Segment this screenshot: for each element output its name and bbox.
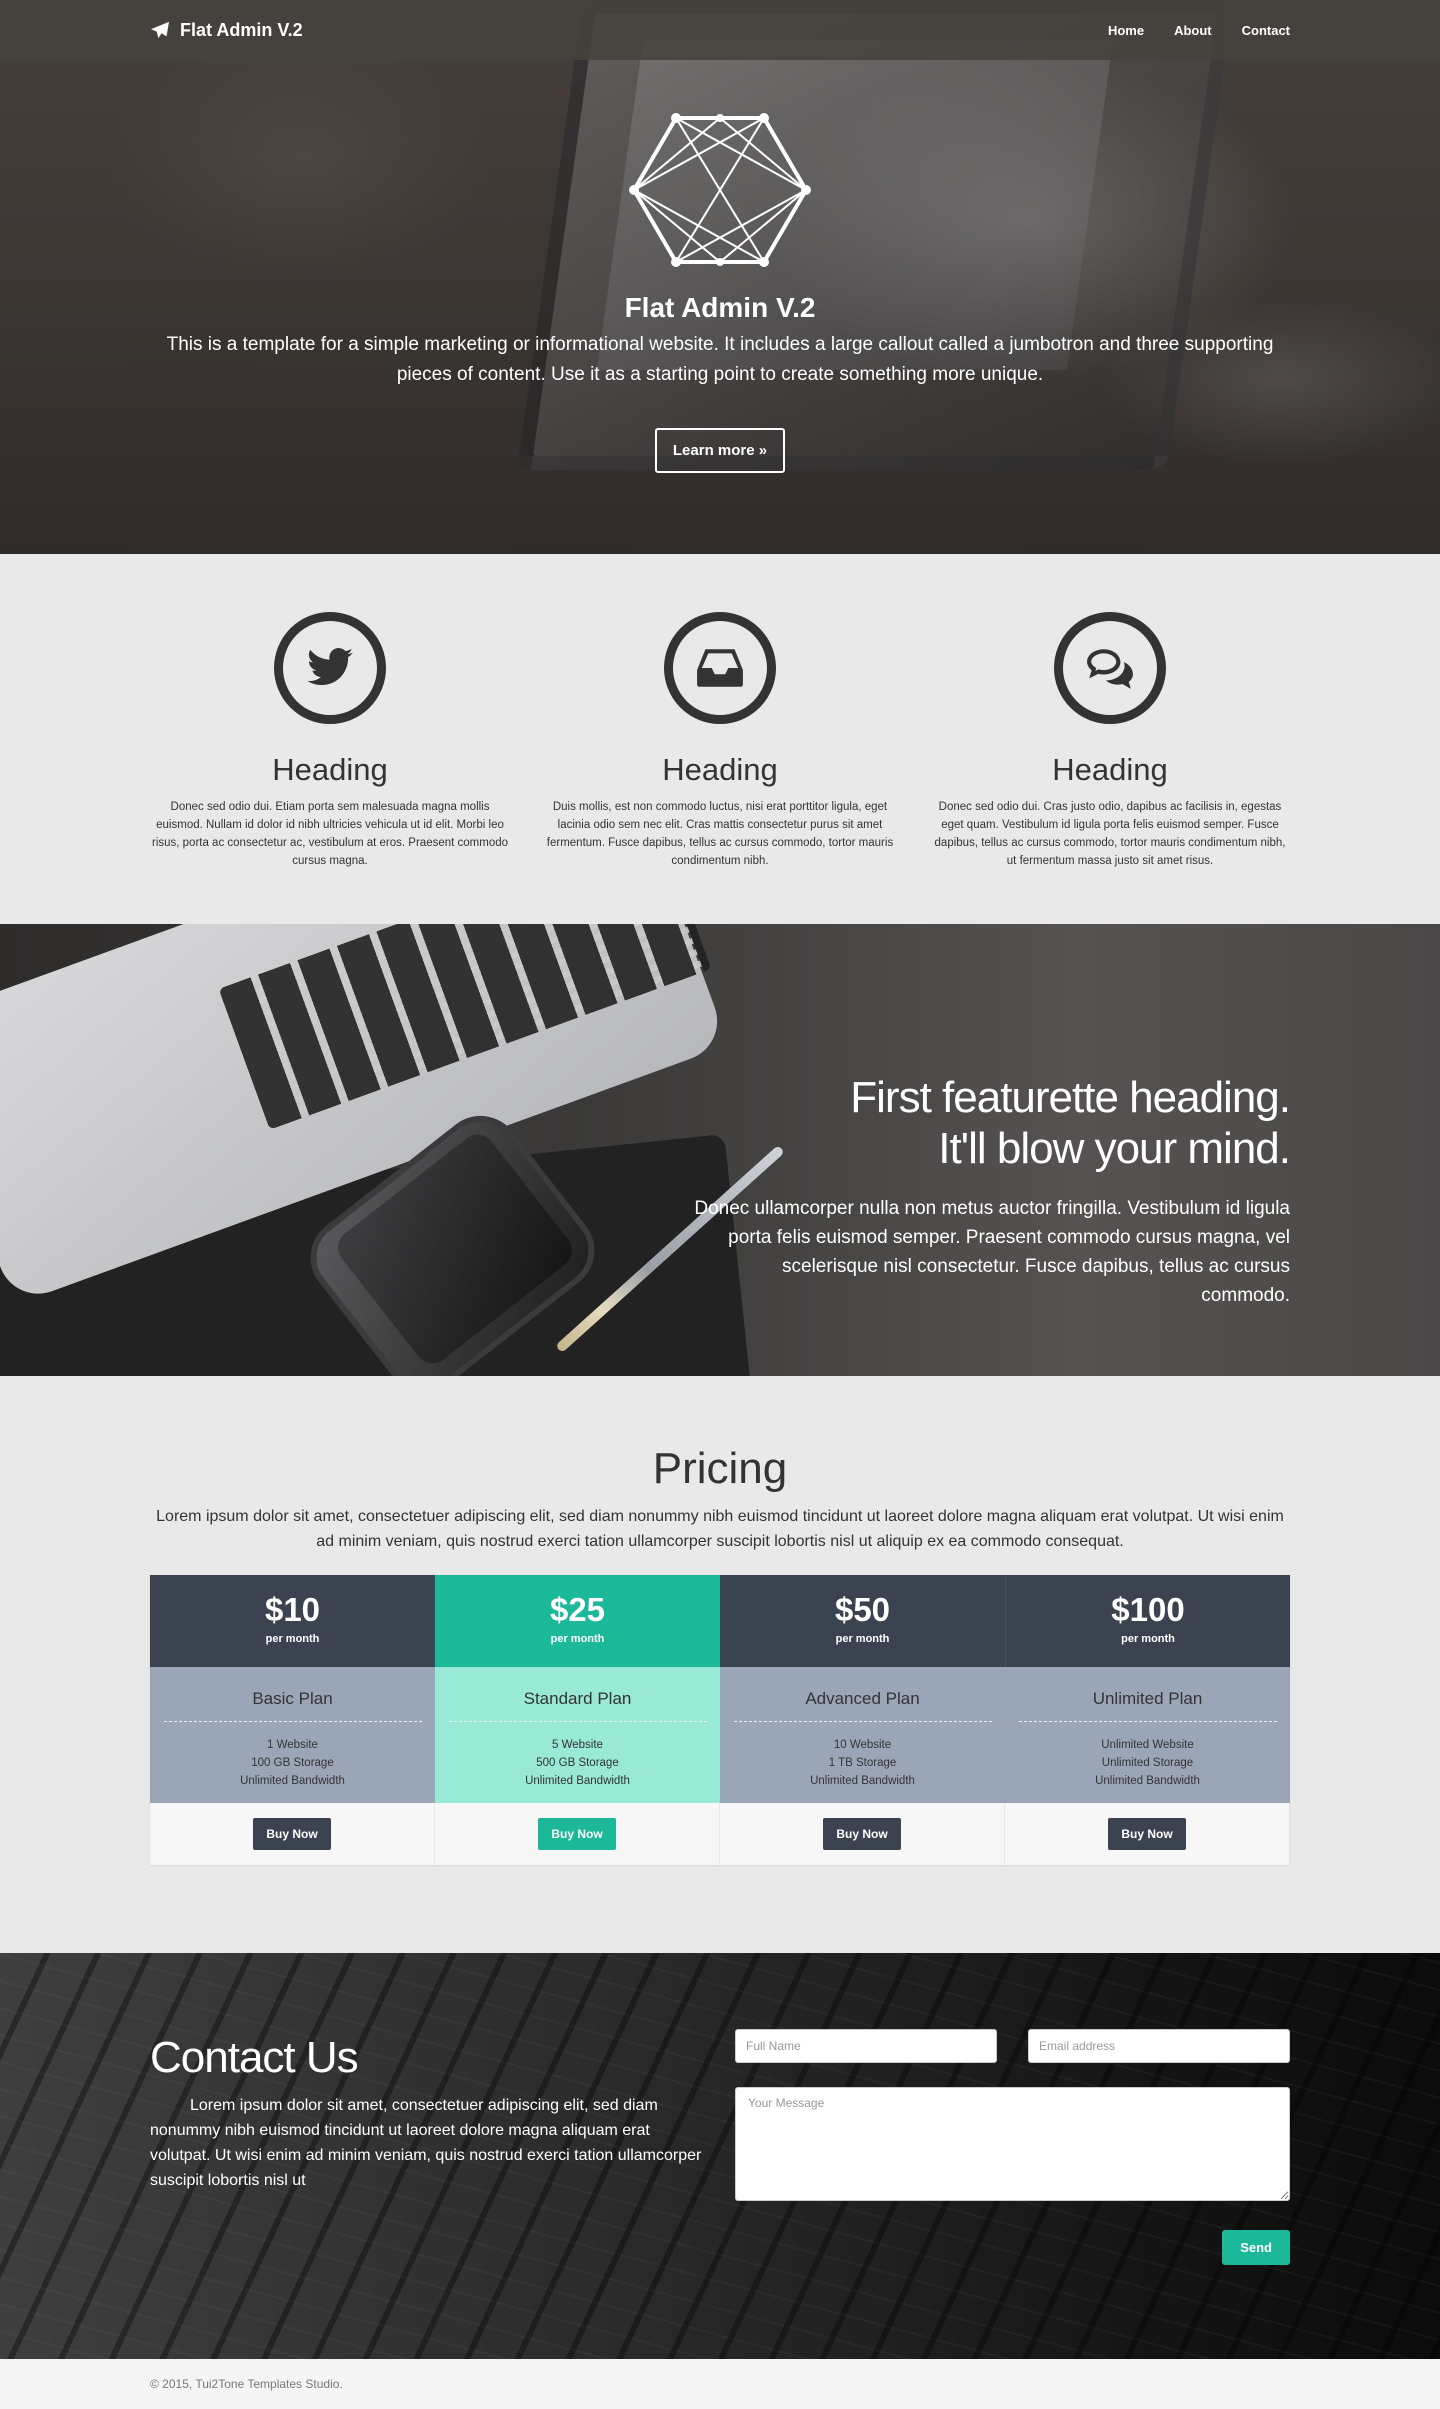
hero-title: Flat Admin V.2 [624,292,816,323]
pricing-table: $10 per month Basic Plan 1 Website 100 G… [150,1575,1290,1865]
contact-section: Contact Us Lorem ipsum dolor sit amet, c… [0,1953,1440,2359]
plan-feature: 10 Website [833,1739,892,1751]
featurette-heading-line1: First featurette heading. [850,1073,1291,1122]
contact-text: Lorem ipsum dolor sit amet, consectetuer… [150,2097,702,2189]
feature-text: Duis mollis, est non commodo luctus, nis… [546,801,894,867]
buy-now-button[interactable]: Buy Now [253,1818,331,1850]
featurette-heading: First featurette heading. It'll blow you… [690,1072,1291,1174]
nav-link-about[interactable]: About [1174,23,1212,38]
nav-link-contact[interactable]: Contact [1242,23,1290,38]
nav-link-home[interactable]: Home [1108,23,1144,38]
feature-heading: Heading [272,752,388,787]
features-section: Heading Donec sed odio dui. Etiam porta … [0,554,1440,924]
feature-icon-circle [1054,612,1166,724]
brand[interactable]: Flat Admin V.2 [150,20,303,41]
pricing-title: Pricing [652,1444,788,1493]
feature-column: Heading Duis mollis, est non commodo luc… [525,612,915,870]
plan-name: Basic Plan [252,1689,333,1708]
featurette-text: Donec ullamcorper nulla non metus auctor… [694,1198,1290,1306]
plan-feature: Unlimited Bandwidth [1095,1775,1200,1787]
pricing-description: Lorem ipsum dolor sit amet, consectetuer… [156,1508,1284,1550]
pricing-plan-unlimited: $100 per month Unlimited Plan Unlimited … [1005,1575,1290,1865]
plan-period: per month [550,1633,605,1645]
plan-feature: Unlimited Bandwidth [810,1775,915,1787]
plan-name: Unlimited Plan [1092,1689,1203,1708]
feature-column: Heading Donec sed odio dui. Etiam porta … [135,612,525,870]
twitter-icon [307,648,353,686]
inbox-icon [697,649,743,687]
plan-divider [163,1721,422,1722]
contact-form: Send [735,2029,1290,2265]
contact-title: Contact Us [150,2033,359,2082]
buy-now-button[interactable]: Buy Now [823,1818,901,1850]
plan-price: $50 [834,1591,891,1628]
plan-divider [448,1721,707,1722]
message-textarea[interactable] [735,2087,1290,2201]
footer: © 2015, Tui2Tone Templates Studio. [0,2359,1440,2409]
feature-column: Heading Donec sed odio dui. Cras justo o… [915,612,1305,870]
copyright-text: © 2015, Tui2Tone Templates Studio. [150,2377,343,2391]
pricing-section: Pricing Lorem ipsum dolor sit amet, cons… [0,1376,1440,1953]
plan-feature: 1 TB Storage [828,1757,897,1769]
hero-section: Flat Admin V.2 This is a template for a … [0,0,1440,554]
plan-feature: Unlimited Bandwidth [240,1775,345,1787]
feature-heading: Heading [662,752,778,787]
pricing-plan-standard: $25 per month Standard Plan 5 Website 50… [435,1575,720,1865]
buy-now-button[interactable]: Buy Now [1108,1818,1186,1850]
plan-price: $10 [264,1591,321,1628]
plan-feature: 100 GB Storage [251,1757,334,1769]
email-input[interactable] [1028,2029,1290,2063]
plan-name: Advanced Plan [805,1689,920,1708]
hexagon-logo-icon [629,113,811,267]
feature-heading: Heading [1052,752,1168,787]
plan-feature: 5 Website [552,1739,603,1751]
plan-feature: Unlimited Website [1101,1739,1194,1751]
plan-feature: 1 Website [267,1739,318,1751]
pricing-plan-basic: $10 per month Basic Plan 1 Website 100 G… [150,1575,435,1865]
nav-links: Home About Contact [1108,23,1290,38]
send-button[interactable]: Send [1222,2230,1290,2265]
plan-feature: Unlimited Storage [1101,1757,1194,1769]
plan-period: per month [835,1633,890,1645]
featurette-heading-line2: It'll blow your mind. [938,1124,1291,1173]
plan-name: Standard Plan [523,1689,632,1708]
plan-period: per month [265,1633,320,1645]
comments-icon [1087,649,1133,689]
paper-plane-icon [151,21,169,39]
feature-icon-circle [274,612,386,724]
navbar: Flat Admin V.2 Home About Contact [0,0,1440,60]
plan-period: per month [1121,1633,1175,1645]
feature-text: Donec sed odio dui. Cras justo odio, dap… [934,801,1286,867]
buy-now-button[interactable]: Buy Now [538,1818,616,1850]
plan-divider [733,1721,992,1722]
pricing-plan-advanced: $50 per month Advanced Plan 10 Website 1… [720,1575,1005,1865]
feature-text: Donec sed odio dui. Etiam porta sem male… [151,801,509,867]
full-name-input[interactable] [735,2029,997,2063]
plan-divider [1018,1721,1277,1722]
plan-price: $25 [549,1591,606,1628]
plan-price: $100 [1111,1591,1185,1628]
feature-icon-circle [664,612,776,724]
plan-feature: 500 GB Storage [536,1757,619,1769]
learn-more-button[interactable]: Learn more » [654,428,786,473]
hero-description: This is a template for a simple marketin… [166,334,1274,385]
featurette-section: First featurette heading. It'll blow you… [0,924,1440,1376]
plan-feature: Unlimited Bandwidth [525,1775,630,1787]
brand-label: Flat Admin V.2 [180,19,303,40]
